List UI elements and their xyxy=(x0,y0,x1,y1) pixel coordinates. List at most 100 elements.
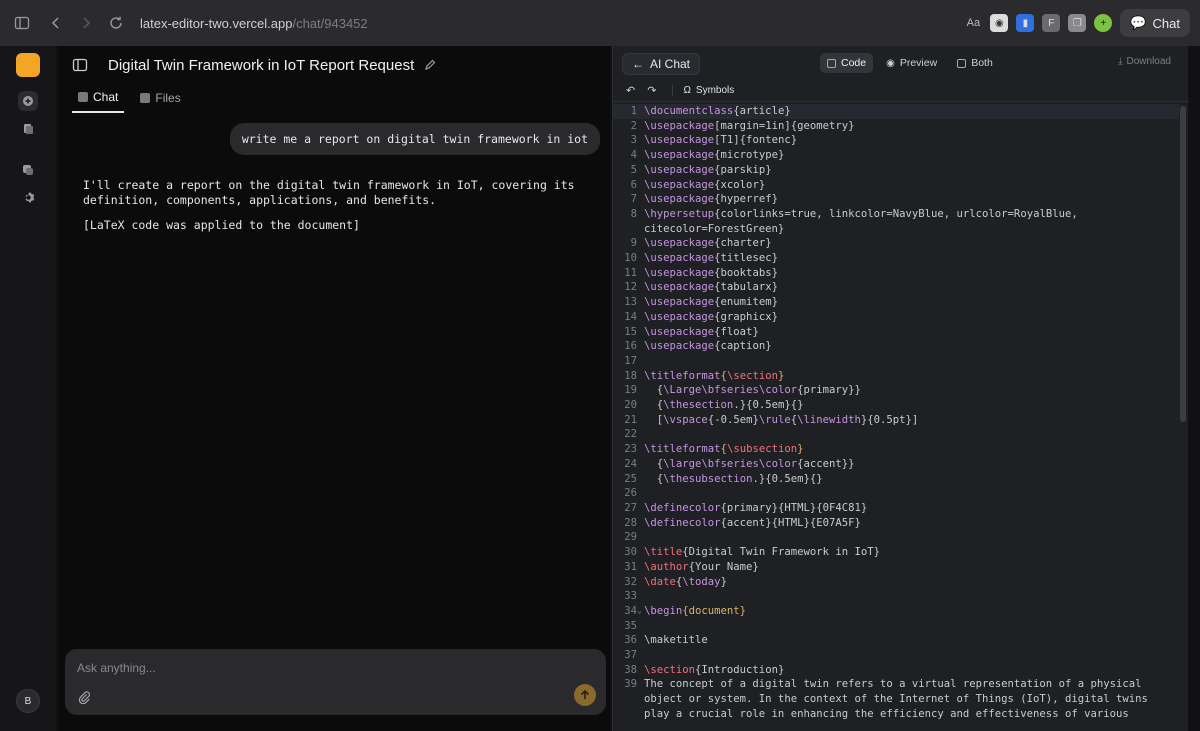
forward-icon[interactable] xyxy=(72,9,100,37)
code-token: \large\bfseries\color xyxy=(663,457,798,470)
redo-icon[interactable]: ↷ xyxy=(647,84,656,97)
code-line[interactable]: 7 \usepackage{hyperref} xyxy=(613,192,1179,207)
history-icon[interactable] xyxy=(18,160,38,180)
tab-code-label: Code xyxy=(841,57,867,69)
code-line[interactable]: 29 xyxy=(613,530,1179,545)
files-tab-icon xyxy=(140,93,151,103)
symbols-button[interactable]: Ω Symbols xyxy=(672,85,734,96)
code-token: \usepackage xyxy=(644,237,715,250)
code-token: } xyxy=(720,575,727,588)
code-line[interactable]: 20 {\thesection.}{0.5em}{} xyxy=(613,398,1179,413)
code-token: \usepackage xyxy=(644,310,715,323)
sidebar-toggle-icon[interactable] xyxy=(8,9,36,37)
code-line[interactable]: 9 \usepackage{charter} xyxy=(613,236,1179,251)
attach-paperclip-icon[interactable] xyxy=(77,690,91,704)
app-logo[interactable] xyxy=(16,53,40,77)
tab-code[interactable]: Code xyxy=(820,53,874,73)
back-icon[interactable] xyxy=(42,9,70,37)
documents-icon[interactable] xyxy=(18,119,38,139)
fold-chevron-icon[interactable]: ⌄ xyxy=(637,604,644,619)
tab-both[interactable]: Both xyxy=(950,53,1000,73)
reload-icon[interactable] xyxy=(102,9,130,37)
ai-chat-label: AI Chat xyxy=(650,57,691,71)
line-source xyxy=(644,427,1164,442)
code-line[interactable]: 24 {\large\bfseries\color{accent}} xyxy=(613,457,1179,472)
tab-chat[interactable]: Chat xyxy=(72,86,125,113)
code-line[interactable]: 25 {\thesubsection.}{0.5em}{} xyxy=(613,472,1179,487)
code-line[interactable]: 14 \usepackage{graphicx} xyxy=(613,310,1179,325)
code-editor[interactable]: 1 \documentclass{article} 2 \usepackage[mar… xyxy=(613,104,1179,731)
fold-gutter xyxy=(637,295,644,310)
code-token: } xyxy=(797,443,804,456)
code-token: {booktabs} xyxy=(714,266,778,279)
code-line[interactable]: 19 {\Large\bfseries\color{primary}} xyxy=(613,383,1179,398)
line-number: 7 xyxy=(630,193,637,206)
code-line[interactable]: 32 \date{\today} xyxy=(613,575,1179,590)
code-line[interactable]: 31 \author{Your Name} xyxy=(613,560,1179,575)
code-line[interactable]: 35 xyxy=(613,619,1179,634)
code-line[interactable]: 13 \usepackage{enumitem} xyxy=(613,295,1179,310)
code-line[interactable]: 33 xyxy=(613,589,1179,604)
new-chat-icon[interactable] xyxy=(18,91,38,111)
code-token: {Digital Twin Framework in IoT} xyxy=(682,546,880,559)
edit-title-icon[interactable] xyxy=(424,59,436,71)
code-line[interactable]: 6 \usepackage{xcolor} xyxy=(613,178,1179,193)
line-number: 23 xyxy=(624,443,637,456)
code-line[interactable]: 21 [\vspace{-0.5em}\rule{\linewidth}{0.5… xyxy=(613,413,1179,428)
translate-icon[interactable]: Aa xyxy=(964,14,982,32)
code-line[interactable]: 23 \titleformat{\subsection} xyxy=(613,442,1179,457)
code-line[interactable]: 3 \usepackage[T1]{fontenc} xyxy=(613,133,1179,148)
code-token: \usepackage xyxy=(644,325,715,338)
line-number: 13 xyxy=(624,296,637,309)
message-input[interactable] xyxy=(77,657,557,679)
code-line[interactable]: 39 The concept of a digital twin refers t… xyxy=(613,677,1179,721)
code-line[interactable]: 26 xyxy=(613,486,1179,501)
fold-gutter xyxy=(637,280,644,295)
code-line[interactable]: 10 \usepackage{titlesec} xyxy=(613,251,1179,266)
code-line[interactable]: 27 \definecolor{primary}{HTML}{0F4C81} xyxy=(613,501,1179,516)
tab-preview[interactable]: ◉ Preview xyxy=(879,53,944,73)
panel-toggle-icon[interactable] xyxy=(72,57,88,73)
extension-f-icon[interactable]: F xyxy=(1042,14,1061,32)
assistant-message-text: I'll create a report on the digital twin… xyxy=(83,178,575,207)
code-line[interactable]: 2 \usepackage[margin=1in]{geometry} xyxy=(613,119,1179,134)
user-avatar[interactable]: B xyxy=(16,689,40,713)
code-line[interactable]: 8 \hypersetup{colorlinks=true, linkcolor=… xyxy=(613,207,1179,236)
code-line[interactable]: 5 \usepackage{parskip} xyxy=(613,163,1179,178)
settings-gear-icon[interactable] xyxy=(18,187,38,207)
code-line[interactable]: 15 \usepackage{float} xyxy=(613,325,1179,340)
code-line[interactable]: 38 \section{Introduction} xyxy=(613,663,1179,678)
code-line[interactable]: 4 \usepackage{microtype} xyxy=(613,148,1179,163)
extension-blue-icon[interactable]: ▮ xyxy=(1016,14,1035,32)
ai-chat-button[interactable]: ← AI Chat xyxy=(622,53,701,75)
code-line[interactable]: 34 ⌄ \begin{document} xyxy=(613,604,1179,619)
extension-green-icon[interactable]: + xyxy=(1094,14,1113,32)
code-line[interactable]: 16 \usepackage{caption} xyxy=(613,339,1179,354)
camera-icon[interactable]: ◉ xyxy=(990,14,1009,32)
line-number: 30 xyxy=(624,546,637,559)
download-button[interactable]: ⤓ Download xyxy=(1118,56,1171,67)
editor-scrollbar[interactable] xyxy=(1180,106,1186,422)
code-line[interactable]: 12 \usepackage{tabularx} xyxy=(613,280,1179,295)
line-source: \usepackage{charter} xyxy=(644,236,1164,251)
code-line[interactable]: 28 \definecolor{accent}{HTML}{E07A5F} xyxy=(613,516,1179,531)
code-line[interactable]: 11 \usepackage{booktabs} xyxy=(613,266,1179,281)
code-line[interactable]: 22 xyxy=(613,427,1179,442)
line-source xyxy=(644,530,1164,545)
address-bar[interactable]: latex-editor-two.vercel.app/chat/943452 xyxy=(140,16,368,31)
code-line[interactable]: 18 \titleformat{\section} xyxy=(613,369,1179,384)
code-line[interactable]: 30 \title{Digital Twin Framework in IoT} xyxy=(613,545,1179,560)
browser-chat-button[interactable]: 💬 Chat xyxy=(1120,9,1190,37)
fold-gutter xyxy=(637,266,644,281)
fold-gutter xyxy=(637,663,644,678)
extension-copy-icon[interactable]: ❐ xyxy=(1068,14,1087,32)
code-line[interactable]: 36 \maketitle xyxy=(613,633,1179,648)
fold-gutter xyxy=(637,472,644,487)
tab-files[interactable]: Files xyxy=(134,86,186,113)
code-line[interactable]: 17 xyxy=(613,354,1179,369)
code-line[interactable]: 1 \documentclass{article} xyxy=(613,104,1179,119)
code-line[interactable]: 37 xyxy=(613,648,1179,663)
send-button[interactable] xyxy=(574,684,596,706)
undo-icon[interactable]: ↶ xyxy=(626,84,635,97)
view-tabs: Code ◉ Preview Both xyxy=(820,53,1000,73)
